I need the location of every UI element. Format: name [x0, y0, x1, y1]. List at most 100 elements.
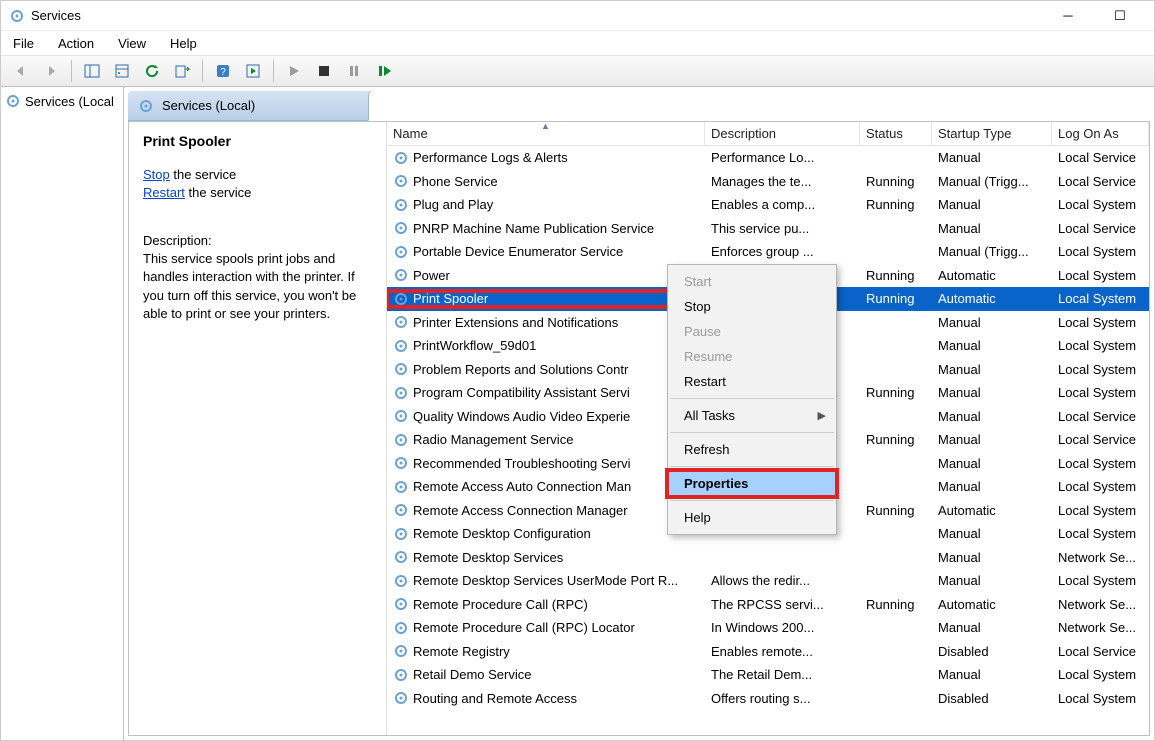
cell-logon: Local System — [1052, 573, 1149, 588]
cell-status: Running — [860, 268, 932, 283]
pane-title-bar: Services (Local) — [128, 91, 1150, 121]
stop-link[interactable]: Stop — [143, 167, 170, 182]
service-name-label: Remote Desktop Configuration — [413, 526, 591, 541]
service-row[interactable]: Performance Logs & AlertsPerformance Lo.… — [387, 146, 1149, 170]
cell-logon: Local System — [1052, 244, 1149, 259]
cell-logon: Local System — [1052, 197, 1149, 212]
stop-service-button[interactable] — [310, 58, 338, 84]
service-name-label: Remote Desktop Services — [413, 550, 563, 565]
service-row[interactable]: Phone ServiceManages the te...RunningMan… — [387, 170, 1149, 194]
col-status[interactable]: Status — [860, 122, 932, 145]
menu-file[interactable]: File — [13, 36, 34, 51]
gear-icon — [393, 667, 409, 683]
properties-button[interactable] — [108, 58, 136, 84]
service-row[interactable]: Remote Desktop ServicesManualNetwork Se.… — [387, 546, 1149, 570]
gear-icon — [393, 291, 409, 307]
gear-icon — [393, 643, 409, 659]
service-name-label: PNRP Machine Name Publication Service — [413, 221, 654, 236]
ctx-all-tasks[interactable]: All Tasks▶ — [668, 403, 836, 428]
col-name[interactable]: Name▲ — [387, 122, 705, 145]
cell-name: Remote Registry — [387, 643, 705, 659]
cell-description: Allows the redir... — [705, 573, 860, 588]
service-name-label: Remote Procedure Call (RPC) Locator — [413, 620, 635, 635]
cell-status: Running — [860, 291, 932, 306]
cell-startup: Manual (Trigg... — [932, 174, 1052, 189]
gear-icon — [393, 502, 409, 518]
col-logon[interactable]: Log On As — [1052, 122, 1149, 145]
menu-help[interactable]: Help — [170, 36, 197, 51]
cell-name: Phone Service — [387, 173, 705, 189]
action-button[interactable] — [239, 58, 267, 84]
cell-status: Running — [860, 174, 932, 189]
service-name-label: Retail Demo Service — [413, 667, 532, 682]
service-row[interactable]: PNRP Machine Name Publication ServiceThi… — [387, 217, 1149, 241]
service-row[interactable]: Plug and PlayEnables a comp...RunningMan… — [387, 193, 1149, 217]
gear-icon — [5, 93, 21, 109]
cell-status: Running — [860, 432, 932, 447]
gear-icon — [393, 620, 409, 636]
cell-startup: Manual — [932, 409, 1052, 424]
minimize-button[interactable]: ─ — [1050, 8, 1086, 24]
service-row[interactable]: Routing and Remote AccessOffers routing … — [387, 687, 1149, 711]
ctx-start[interactable]: Start — [668, 269, 836, 294]
gear-icon — [393, 173, 409, 189]
service-row[interactable]: Portable Device Enumerator ServiceEnforc… — [387, 240, 1149, 264]
menu-view[interactable]: View — [118, 36, 146, 51]
cell-startup: Manual — [932, 667, 1052, 682]
pause-service-button[interactable] — [340, 58, 368, 84]
cell-name: Routing and Remote Access — [387, 690, 705, 706]
service-name-label: Routing and Remote Access — [413, 691, 577, 706]
cell-logon: Local System — [1052, 338, 1149, 353]
refresh-button[interactable] — [138, 58, 166, 84]
ctx-resume[interactable]: Resume — [668, 344, 836, 369]
cell-name: Power — [387, 267, 705, 283]
service-name-label: Recommended Troubleshooting Servi — [413, 456, 631, 471]
ctx-pause[interactable]: Pause — [668, 319, 836, 344]
toolbar: ? — [1, 55, 1154, 87]
service-name-label: Quality Windows Audio Video Experie — [413, 409, 630, 424]
service-row[interactable]: Remote Desktop Services UserMode Port R.… — [387, 569, 1149, 593]
service-row[interactable]: Remote Procedure Call (RPC)The RPCSS ser… — [387, 593, 1149, 617]
col-description[interactable]: Description — [705, 122, 860, 145]
content-area: Services (Local Services (Local) Print S… — [1, 87, 1154, 740]
forward-button[interactable] — [37, 58, 65, 84]
cell-logon: Network Se... — [1052, 597, 1149, 612]
services-window: Services ─ ☐ File Action View Help ? — [0, 0, 1155, 741]
service-row[interactable]: Retail Demo ServiceThe Retail Dem...Manu… — [387, 663, 1149, 687]
start-service-button[interactable] — [280, 58, 308, 84]
ctx-properties[interactable]: Properties — [668, 471, 836, 496]
service-row[interactable]: Remote RegistryEnables remote...Disabled… — [387, 640, 1149, 664]
ctx-restart[interactable]: Restart — [668, 369, 836, 394]
cell-startup: Manual — [932, 150, 1052, 165]
service-name-label: Plug and Play — [413, 197, 493, 212]
menu-bar: File Action View Help — [1, 31, 1154, 55]
col-startup[interactable]: Startup Type — [932, 122, 1052, 145]
maximize-button[interactable]: ☐ — [1102, 8, 1138, 24]
cell-logon: Local Service — [1052, 644, 1149, 659]
cell-name: Remote Desktop Configuration — [387, 526, 705, 542]
cell-status: Running — [860, 197, 932, 212]
back-button[interactable] — [7, 58, 35, 84]
menu-action[interactable]: Action — [58, 36, 94, 51]
ctx-help[interactable]: Help — [668, 505, 836, 530]
show-hide-tree-button[interactable] — [78, 58, 106, 84]
service-name-label: Problem Reports and Solutions Contr — [413, 362, 628, 377]
cell-status: Running — [860, 597, 932, 612]
nav-root-item[interactable]: Services (Local — [1, 91, 123, 111]
cell-status: Running — [860, 503, 932, 518]
ctx-stop[interactable]: Stop — [668, 294, 836, 319]
pane-body: Print Spooler Stop the service Restart t… — [128, 121, 1150, 736]
cell-name: Program Compatibility Assistant Servi — [387, 385, 705, 401]
cell-name: Problem Reports and Solutions Contr — [387, 361, 705, 377]
cell-startup: Manual (Trigg... — [932, 244, 1052, 259]
service-name-label: Print Spooler — [413, 291, 488, 306]
cell-name: Radio Management Service — [387, 432, 705, 448]
help-button[interactable]: ? — [209, 58, 237, 84]
export-button[interactable] — [168, 58, 196, 84]
cell-startup: Disabled — [932, 691, 1052, 706]
restart-service-button[interactable] — [370, 58, 398, 84]
service-row[interactable]: Remote Procedure Call (RPC) LocatorIn Wi… — [387, 616, 1149, 640]
restart-link[interactable]: Restart — [143, 185, 185, 200]
gear-icon — [393, 150, 409, 166]
ctx-refresh[interactable]: Refresh — [668, 437, 836, 462]
